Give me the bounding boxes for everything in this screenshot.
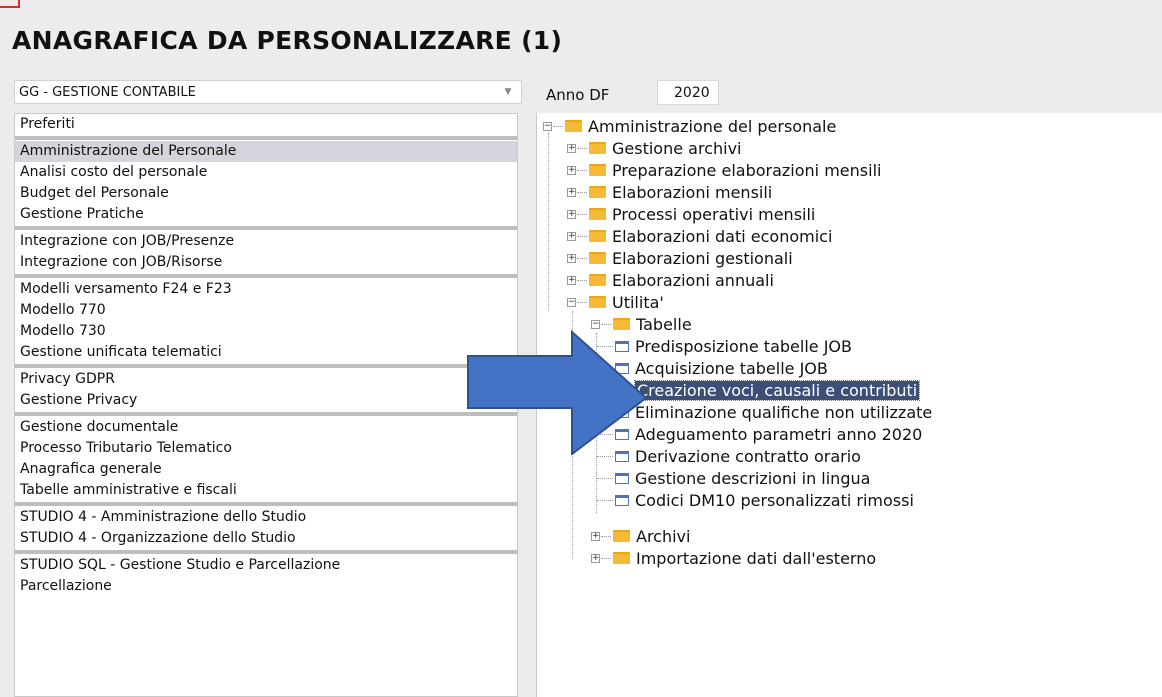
plus-box-icon[interactable]: + [591, 553, 600, 563]
tree-node-label: Archivi [636, 526, 691, 546]
tree-node-label: Processi operativi mensili [612, 204, 816, 224]
tree-node[interactable]: + Preparazione elaborazioni mensili [567, 159, 881, 181]
year-label: Anno DF [546, 86, 610, 104]
page-icon [615, 494, 629, 506]
folder-icon [613, 552, 630, 564]
arrow-shape [467, 330, 648, 455]
page-title: ANAGRAFICA DA PERSONALIZZARE (1) [12, 26, 563, 55]
plus-box-icon[interactable]: + [567, 165, 576, 175]
group-separator [15, 274, 517, 278]
tree-leaf[interactable]: Gestione descrizioni in lingua [597, 467, 870, 489]
tree-node[interactable]: + Elaborazioni dati economici [567, 225, 832, 247]
folder-icon [589, 208, 606, 220]
list-item[interactable]: Gestione Pratiche [15, 204, 517, 225]
tree-node[interactable]: + Elaborazioni annuali [567, 269, 774, 291]
tree-node-label: Preparazione elaborazioni mensili [612, 160, 882, 180]
list-item[interactable]: Modello 770 [15, 300, 517, 321]
tree-leaf-label: Derivazione contratto orario [635, 446, 861, 466]
tree-leaf-label: Acquisizione tabelle JOB [635, 358, 828, 378]
plus-box-icon[interactable]: + [567, 187, 576, 197]
tree-node-label: Importazione dati dall'esterno [636, 548, 877, 568]
group-separator [15, 136, 517, 140]
list-item[interactable]: Parcellazione [15, 576, 517, 597]
group-separator [15, 226, 517, 230]
tree-leaf-label: Codici DM10 personalizzati rimossi [635, 490, 914, 510]
folder-icon [589, 164, 606, 176]
tree-leaf-label: Adeguamento parametri anno 2020 [635, 424, 923, 444]
minus-box-icon[interactable]: − [567, 297, 576, 307]
tree-node-root[interactable]: − Amministrazione del personale [543, 115, 836, 137]
list-item-amministrazione-personale[interactable]: Amministrazione del Personale [15, 141, 517, 162]
tree-leaf-label: Predisposizione tabelle JOB [635, 336, 852, 356]
folder-icon [589, 230, 606, 242]
list-item[interactable]: Gestione unificata telematici [15, 342, 517, 363]
module-combo[interactable]: GG - GESTIONE CONTABILE ▼ [14, 80, 522, 104]
tree-node[interactable]: + Elaborazioni mensili [567, 181, 772, 203]
list-item[interactable]: Integrazione con JOB/Presenze [15, 231, 517, 252]
tree-node[interactable]: + Importazione dati dall'esterno [591, 547, 876, 569]
folder-icon [589, 296, 606, 308]
tree-leaf[interactable]: Codici DM10 personalizzati rimossi [597, 489, 914, 511]
tree-node-utilita[interactable]: − Utilita' [567, 291, 664, 313]
plus-box-icon[interactable]: + [591, 531, 600, 541]
page-icon [615, 472, 629, 484]
minus-box-icon[interactable]: − [543, 121, 552, 131]
tree-node-label: Elaborazioni annuali [612, 270, 774, 290]
list-item[interactable]: Processo Tributario Telematico [15, 438, 517, 459]
list-item[interactable]: Modello 730 [15, 321, 517, 342]
plus-box-icon[interactable]: + [567, 253, 576, 263]
tree-node[interactable]: + Elaborazioni gestionali [567, 247, 793, 269]
folder-icon [565, 120, 582, 132]
tree-leaf-label: Eliminazione qualifiche non utilizzate [635, 402, 933, 422]
menu-list[interactable]: Preferiti Amministrazione del Personale … [14, 113, 518, 697]
tree-node-label: Elaborazioni dati economici [612, 226, 833, 246]
group-separator [15, 550, 517, 554]
tree-leaf-label: Gestione descrizioni in lingua [635, 468, 871, 488]
tree-node-label: Elaborazioni mensili [612, 182, 773, 202]
tree-node-label: Elaborazioni gestionali [612, 248, 793, 268]
module-combo-value: GG - GESTIONE CONTABILE [19, 85, 196, 100]
tree-node[interactable]: + Archivi [591, 525, 690, 547]
list-item-preferiti[interactable]: Preferiti [15, 114, 517, 135]
chevron-down-icon[interactable]: ▼ [495, 81, 521, 103]
tree-node-label: Gestione archivi [612, 138, 742, 158]
tree-leaf-label: Creazione voci, causali e contributi [633, 379, 921, 401]
folder-icon [589, 274, 606, 286]
list-item[interactable]: Anagrafica generale [15, 459, 517, 480]
list-item[interactable]: Privacy GDPR [15, 369, 517, 390]
list-item[interactable]: Gestione Privacy [15, 390, 517, 411]
folder-icon [613, 318, 630, 330]
list-item[interactable]: Gestione documentale [15, 417, 517, 438]
list-item[interactable]: STUDIO SQL - Gestione Studio e Parcellaz… [15, 555, 517, 576]
folder-icon [589, 186, 606, 198]
list-item[interactable]: STUDIO 4 - Organizzazione dello Studio [15, 528, 517, 549]
plus-box-icon[interactable]: + [567, 209, 576, 219]
plus-box-icon[interactable]: + [567, 275, 576, 285]
list-item[interactable]: Modelli versamento F24 e F23 [15, 279, 517, 300]
tree-node[interactable]: + Gestione archivi [567, 137, 741, 159]
group-separator [15, 412, 517, 416]
folder-icon [589, 142, 606, 154]
corner-mark [0, 0, 20, 8]
folder-icon [613, 530, 630, 542]
list-item[interactable]: STUDIO 4 - Amministrazione dello Studio [15, 507, 517, 528]
tree-node-label: Amministrazione del personale [588, 116, 837, 136]
list-item[interactable]: Analisi costo del personale [15, 162, 517, 183]
list-item[interactable]: Tabelle amministrative e fiscali [15, 480, 517, 501]
year-field[interactable]: 2020 [657, 80, 719, 105]
list-item[interactable]: Budget del Personale [15, 183, 517, 204]
plus-box-icon[interactable]: + [567, 143, 576, 153]
plus-box-icon[interactable]: + [567, 231, 576, 241]
pointer-arrow-icon [467, 330, 648, 455]
folder-icon [589, 252, 606, 264]
minus-box-icon[interactable]: − [591, 319, 600, 329]
tree-node[interactable]: + Processi operativi mensili [567, 203, 815, 225]
tree-connector [548, 133, 549, 311]
group-separator [15, 502, 517, 506]
list-item[interactable]: Integrazione con JOB/Risorse [15, 252, 517, 273]
group-separator [15, 364, 517, 368]
tree-node-label: Utilita' [612, 292, 664, 312]
